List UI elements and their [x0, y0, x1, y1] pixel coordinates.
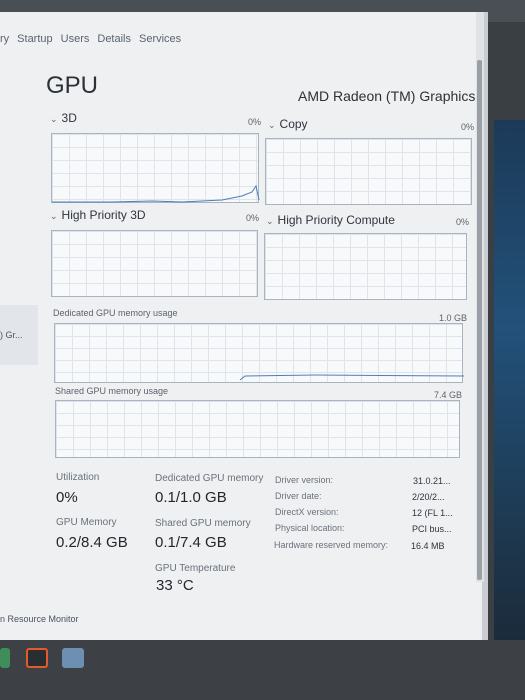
- dedicated-memory-stat-label: Dedicated GPU memory: [155, 473, 264, 484]
- dedicated-memory-label: Dedicated GPU memory usage: [53, 308, 178, 318]
- hardware-reserved-memory-key: Hardware reserved memory:: [274, 540, 389, 550]
- desktop-background: [494, 120, 525, 640]
- scrollbar-thumb[interactable]: [477, 60, 482, 580]
- tab-startup[interactable]: Startup: [17, 33, 52, 45]
- gpu-memory-value: 0.2/8.4 GB: [56, 534, 128, 551]
- gpu-temperature-label: GPU Temperature: [155, 563, 236, 574]
- engine-3d-label[interactable]: ⌄ 3D: [50, 111, 77, 125]
- shared-memory-max: 7.4 GB: [434, 390, 463, 400]
- chevron-down-icon[interactable]: ⌄: [266, 216, 274, 226]
- page-title: GPU: [46, 72, 99, 99]
- engine-hp3d-graph: [51, 230, 258, 297]
- chevron-down-icon[interactable]: ⌄: [50, 211, 58, 221]
- chevron-down-icon[interactable]: ⌄: [50, 114, 58, 124]
- engine-hpc-label[interactable]: ⌄ High Priority Compute: [266, 213, 395, 227]
- tab-details[interactable]: Details: [97, 33, 131, 45]
- physical-location-value: PCI bus...: [412, 524, 452, 534]
- chevron-down-icon[interactable]: ⌄: [268, 120, 276, 130]
- engine-copy-percent: 0%: [461, 122, 475, 132]
- engine-3d-label-text: 3D: [61, 111, 77, 125]
- tab-bar: ry Startup Users Details Services: [0, 26, 525, 52]
- dedicated-memory-line: [239, 374, 464, 381]
- gpu-memory-label: GPU Memory: [56, 517, 117, 528]
- driver-version-key: Driver version:: [275, 475, 334, 485]
- engine-hp3d-percent: 0%: [246, 213, 260, 223]
- driver-date-key: Driver date:: [275, 491, 322, 501]
- open-resource-monitor-link[interactable]: n Resource Monitor: [0, 614, 79, 624]
- gpu-temperature-value: 33 °C: [156, 577, 194, 594]
- directx-version-key: DirectX version:: [275, 507, 339, 517]
- utilization-label: Utilization: [56, 472, 100, 483]
- physical-location-key: Physical location:: [275, 523, 345, 533]
- engine-hpc-graph: [264, 233, 467, 300]
- engine-copy-label-text: Copy: [279, 117, 308, 131]
- tab-users[interactable]: Users: [61, 33, 90, 45]
- shared-memory-stat-value: 0.1/7.4 GB: [155, 534, 227, 551]
- shared-memory-stat-label: Shared GPU memory: [155, 518, 251, 529]
- engine-hp3d-label[interactable]: ⌄ High Priority 3D: [50, 208, 146, 222]
- shared-memory-label: Shared GPU memory usage: [55, 386, 169, 396]
- store-icon[interactable]: [26, 648, 48, 668]
- dedicated-memory-stat-value: 0.1/1.0 GB: [155, 489, 227, 506]
- dedicated-memory-graph: [54, 323, 464, 383]
- engine-3d-graph: [51, 133, 260, 203]
- engine-copy-label[interactable]: ⌄ Copy: [268, 117, 308, 131]
- tab-services[interactable]: Services: [139, 33, 181, 45]
- sidebar-item-label[interactable]: ) Gr...: [0, 330, 23, 340]
- tab-history[interactable]: ry: [0, 33, 9, 45]
- engine-hp3d-label-text: High Priority 3D: [61, 208, 146, 222]
- engine-hpc-label-text: High Priority Compute: [277, 213, 395, 227]
- driver-version-value: 31.0.21...: [413, 476, 451, 486]
- hardware-reserved-memory-value: 16.4 MB: [411, 541, 445, 551]
- engine-hpc-percent: 0%: [456, 217, 470, 227]
- engine-copy-graph: [265, 138, 472, 205]
- shared-memory-graph: [55, 400, 460, 458]
- task-manager-icon[interactable]: [62, 648, 84, 668]
- gpu-model-name: AMD Radeon (TM) Graphics: [298, 88, 476, 104]
- engine-3d-line: [52, 184, 260, 203]
- directx-version-value: 12 (FL 1...: [412, 508, 453, 518]
- utilization-value: 0%: [56, 489, 78, 506]
- engine-3d-percent: 0%: [248, 117, 262, 127]
- dedicated-memory-max: 1.0 GB: [439, 313, 468, 323]
- driver-date-value: 2/20/2...: [412, 492, 445, 502]
- taskbar-app-icon[interactable]: [0, 648, 10, 668]
